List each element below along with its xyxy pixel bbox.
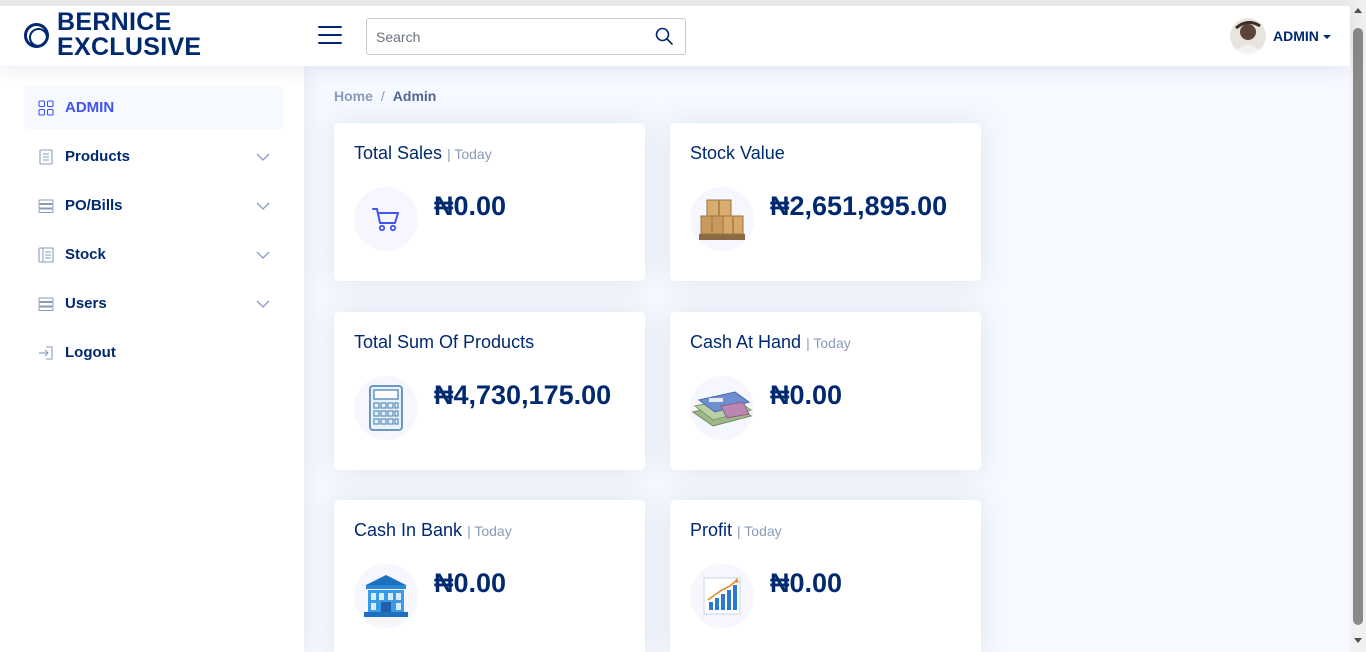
card-value: ₦0.00 <box>770 380 843 410</box>
profile-dropdown[interactable]: ADMIN <box>1230 18 1331 54</box>
breadcrumb-current: Admin <box>392 88 437 104</box>
card-value: ₦0.00 <box>434 568 507 598</box>
sidebar-item-logout[interactable]: Logout <box>24 331 284 374</box>
profile-name: ADMIN <box>1273 28 1319 44</box>
card-title: Total Sales | Today <box>354 143 492 164</box>
logo-text: BERNICE EXCLUSIVE <box>57 10 201 60</box>
caret-down-icon <box>1322 34 1331 39</box>
card-title: Cash At Hand | Today <box>690 332 851 353</box>
card-subtitle: | Today <box>806 335 851 351</box>
list-icon <box>38 297 54 311</box>
sidebar-item-label: Stock <box>65 246 106 263</box>
card-value: ₦2,651,895.00 <box>770 191 948 221</box>
card-subtitle: | Today <box>467 523 512 539</box>
bank-icon <box>354 564 418 628</box>
sidebar-item-products[interactable]: Products <box>24 135 284 178</box>
card-value: ₦0.00 <box>770 568 843 598</box>
chevron-down-icon <box>256 153 270 161</box>
boxes-icon <box>690 187 754 251</box>
card-title-text: Cash In Bank <box>354 520 463 540</box>
card-title: Total Sum Of Products <box>354 332 534 353</box>
card-title: Cash In Bank | Today <box>354 520 512 541</box>
top-header: BERNICE EXCLUSIVE ADMIN <box>0 0 1350 66</box>
breadcrumb-home-link[interactable]: Home <box>334 88 373 104</box>
card-title-text: Profit <box>690 520 733 540</box>
cash-in-bank-card: Cash In Bank | Today ₦0.00 <box>334 500 645 652</box>
avatar <box>1230 18 1266 54</box>
logo[interactable]: BERNICE EXCLUSIVE <box>24 10 201 60</box>
scroll-down-arrow-icon[interactable] <box>1354 638 1362 643</box>
logo-line-1: BERNICE <box>57 8 172 36</box>
cash-at-hand-card: Cash At Hand | Today ₦0.00 <box>670 312 981 470</box>
total-sales-card: Total Sales | Today ₦0.00 <box>334 123 645 281</box>
logo-line-2: EXCLUSIVE <box>57 33 202 61</box>
card-value: ₦4,730,175.00 <box>434 380 612 410</box>
logout-icon <box>39 345 53 360</box>
calculator-icon <box>354 376 418 440</box>
card-subtitle: | Today <box>447 146 492 162</box>
search-icon[interactable] <box>655 27 673 45</box>
profit-card: Profit | Today ₦0.00 <box>670 500 981 652</box>
chevron-down-icon <box>256 202 270 210</box>
vertical-scrollbar[interactable] <box>1350 0 1366 652</box>
stock-value-card: Stock Value ₦2,651,895.00 <box>670 123 981 281</box>
card-title: Profit | Today <box>690 520 782 541</box>
list-icon <box>38 199 54 213</box>
chevron-down-icon <box>256 300 270 308</box>
cash-icon <box>690 376 754 440</box>
sidebar-item-label: Products <box>65 148 131 165</box>
total-sum-products-card: Total Sum Of Products ₦4,730,175.00 <box>334 312 645 470</box>
card-title-text: Cash At Hand <box>690 332 802 352</box>
card-subtitle: | Today <box>737 523 782 539</box>
sidebar-item-label: Users <box>65 295 107 312</box>
breadcrumb: Home / Admin <box>334 88 436 104</box>
search-bar <box>366 18 686 55</box>
scroll-up-arrow-icon[interactable] <box>1354 8 1362 13</box>
card-title-text: Total Sum Of Products <box>354 332 535 352</box>
sidebar-item-admin[interactable]: ADMIN <box>24 86 284 129</box>
card-title: Stock Value <box>690 143 785 164</box>
table-icon <box>38 246 54 263</box>
scrollbar-thumb[interactable] <box>1353 28 1363 625</box>
sidebar-item-users[interactable]: Users <box>24 282 284 325</box>
logo-ring-icon <box>24 22 49 48</box>
chevron-down-icon <box>256 251 270 259</box>
sidebar-item-label: Logout <box>65 344 116 361</box>
document-icon <box>39 148 53 165</box>
sidebar-item-label: PO/Bills <box>65 197 123 214</box>
sidebar-item-label: ADMIN <box>65 99 115 116</box>
hamburger-menu-icon[interactable] <box>318 26 342 46</box>
profit-chart-icon <box>690 564 754 628</box>
grid-icon <box>38 99 54 116</box>
sidebar: ADMIN Products PO/Bills Stock Users Logo… <box>0 66 304 652</box>
card-title-text: Total Sales <box>354 143 443 163</box>
sidebar-item-stock[interactable]: Stock <box>24 233 284 276</box>
card-value: ₦0.00 <box>434 191 507 221</box>
cart-icon <box>354 187 418 251</box>
card-title-text: Stock Value <box>690 143 785 163</box>
breadcrumb-separator: / <box>380 88 385 104</box>
sidebar-item-po-bills[interactable]: PO/Bills <box>24 184 284 227</box>
search-input[interactable] <box>367 19 637 54</box>
